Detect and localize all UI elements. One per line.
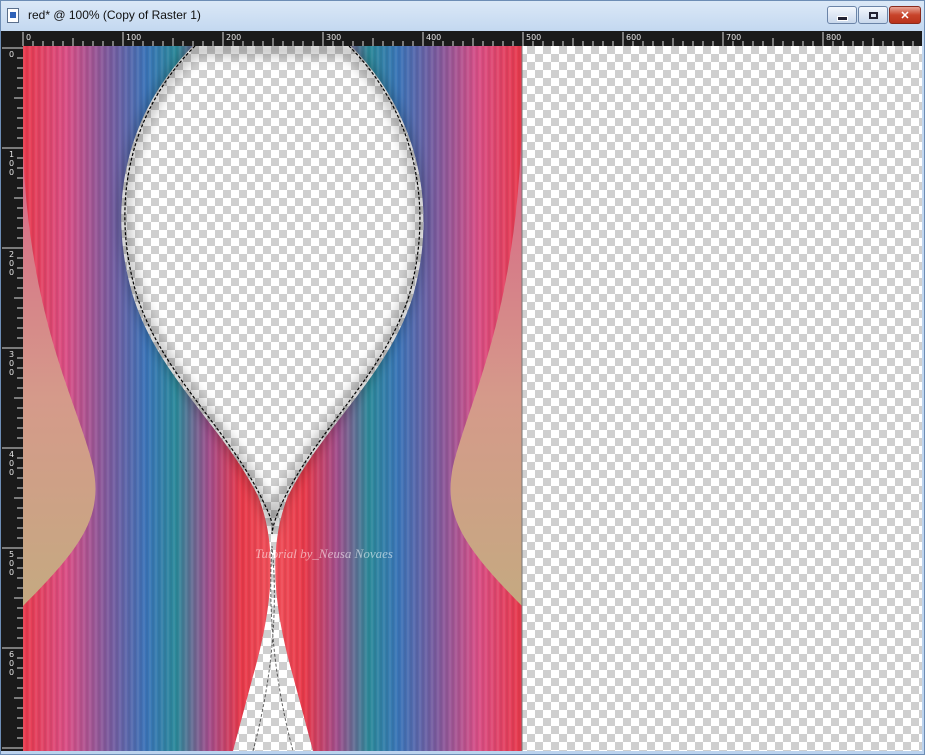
window-title: red* @ 100% (Copy of Raster 1) xyxy=(28,8,201,22)
ruler-label: 4 xyxy=(9,450,14,459)
ruler-label: 0 xyxy=(9,268,14,277)
ruler-label: 800 xyxy=(826,33,841,42)
ruler-label: 0 xyxy=(9,468,14,477)
vertical-ruler[interactable]: 0100200300400500600 xyxy=(1,46,23,751)
ruler-label: 0 xyxy=(9,568,14,577)
close-icon: ✕ xyxy=(900,9,910,22)
horizontal-ruler-ticks: 0 100 200 300 400 500 600 700 800 xyxy=(22,32,914,46)
ruler-label: 500 xyxy=(526,33,541,42)
ruler-label: 6 xyxy=(9,650,14,659)
ruler-label: 0 xyxy=(9,668,14,677)
ruler-label: 0 xyxy=(9,359,14,368)
ruler-label: 0 xyxy=(9,159,14,168)
ruler-label: 0 xyxy=(9,50,14,59)
horizontal-ruler[interactable]: 0 100 200 300 400 500 600 700 800 xyxy=(10,31,922,46)
image-canvas[interactable]: Tutorial by_Neusa Novaes xyxy=(23,46,922,751)
watermark-text: Tutorial by_Neusa Novaes xyxy=(255,546,393,561)
ruler-label: 0 xyxy=(9,459,14,468)
title-bar[interactable]: red* @ 100% (Copy of Raster 1) ✕ xyxy=(1,1,924,31)
image-window[interactable]: red* @ 100% (Copy of Raster 1) ✕ 0 100 200… xyxy=(0,0,925,755)
ruler-label: 1 xyxy=(9,150,14,159)
ruler-label: 0 xyxy=(26,33,31,42)
ruler-label: 600 xyxy=(626,33,641,42)
ruler-label: 400 xyxy=(426,33,441,42)
minimize-button[interactable] xyxy=(827,6,857,24)
ruler-label: 0 xyxy=(9,168,14,177)
document-icon xyxy=(7,8,19,23)
ruler-label: 0 xyxy=(9,659,14,668)
ruler-label: 3 xyxy=(9,350,14,359)
artwork: Tutorial by_Neusa Novaes xyxy=(23,46,523,751)
ruler-label: 5 xyxy=(9,550,14,559)
ruler-label: 100 xyxy=(126,33,141,42)
ruler-label: 200 xyxy=(226,33,241,42)
ruler-label: 700 xyxy=(726,33,741,42)
vertical-ruler-ticks: 0100200300400500600 xyxy=(2,47,23,749)
close-button[interactable]: ✕ xyxy=(889,6,921,24)
ruler-label: 300 xyxy=(326,33,341,42)
maximize-icon xyxy=(868,11,878,19)
maximize-button[interactable] xyxy=(858,6,888,24)
minimize-icon xyxy=(836,15,848,21)
ruler-label: 0 xyxy=(9,368,14,377)
ruler-label: 0 xyxy=(9,559,14,568)
ruler-label: 2 xyxy=(9,250,14,259)
ruler-label: 0 xyxy=(9,259,14,268)
